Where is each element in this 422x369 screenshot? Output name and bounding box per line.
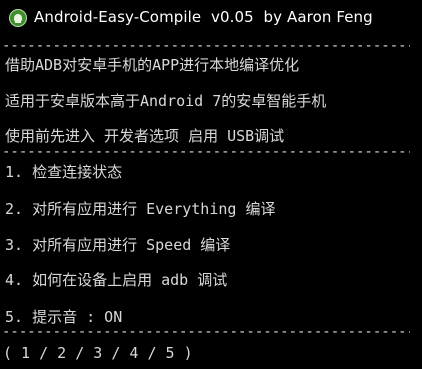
window-title: Android-Easy-Compile v0.05 by Aaron Feng: [34, 8, 373, 26]
menu-item-check-connection[interactable]: 1. 检查连接状态: [5, 162, 122, 182]
menu-item-everything-compile[interactable]: 2. 对所有应用进行 Everything 编译: [5, 199, 275, 219]
divider-middle: [2, 146, 410, 158]
console-window: Android-Easy-Compile v0.05 by Aaron Feng…: [0, 0, 422, 369]
info-line-2: 适用于安卓版本高于Android 7的安卓智能手机: [5, 92, 327, 110]
info-line-3: 使用前先进入 开发者选项 启用 USB调试: [5, 127, 285, 145]
menu-item-adb-help[interactable]: 4. 如何在设备上启用 adb 调试: [5, 270, 227, 290]
divider-top: [2, 40, 410, 52]
android-app-icon: [9, 9, 27, 27]
info-line-1: 借助ADB对安卓手机的APP进行本地编译优化: [5, 56, 300, 74]
choice-prompt: ( 1 / 2 / 3 / 4 / 5 ): [3, 344, 193, 362]
divider-bottom: [2, 326, 410, 338]
title-bar[interactable]: Android-Easy-Compile v0.05 by Aaron Feng: [0, 0, 422, 37]
menu-item-sound-toggle[interactable]: 5. 提示音 : ON: [5, 307, 122, 327]
menu-item-speed-compile[interactable]: 3. 对所有应用进行 Speed 编译: [5, 235, 230, 255]
